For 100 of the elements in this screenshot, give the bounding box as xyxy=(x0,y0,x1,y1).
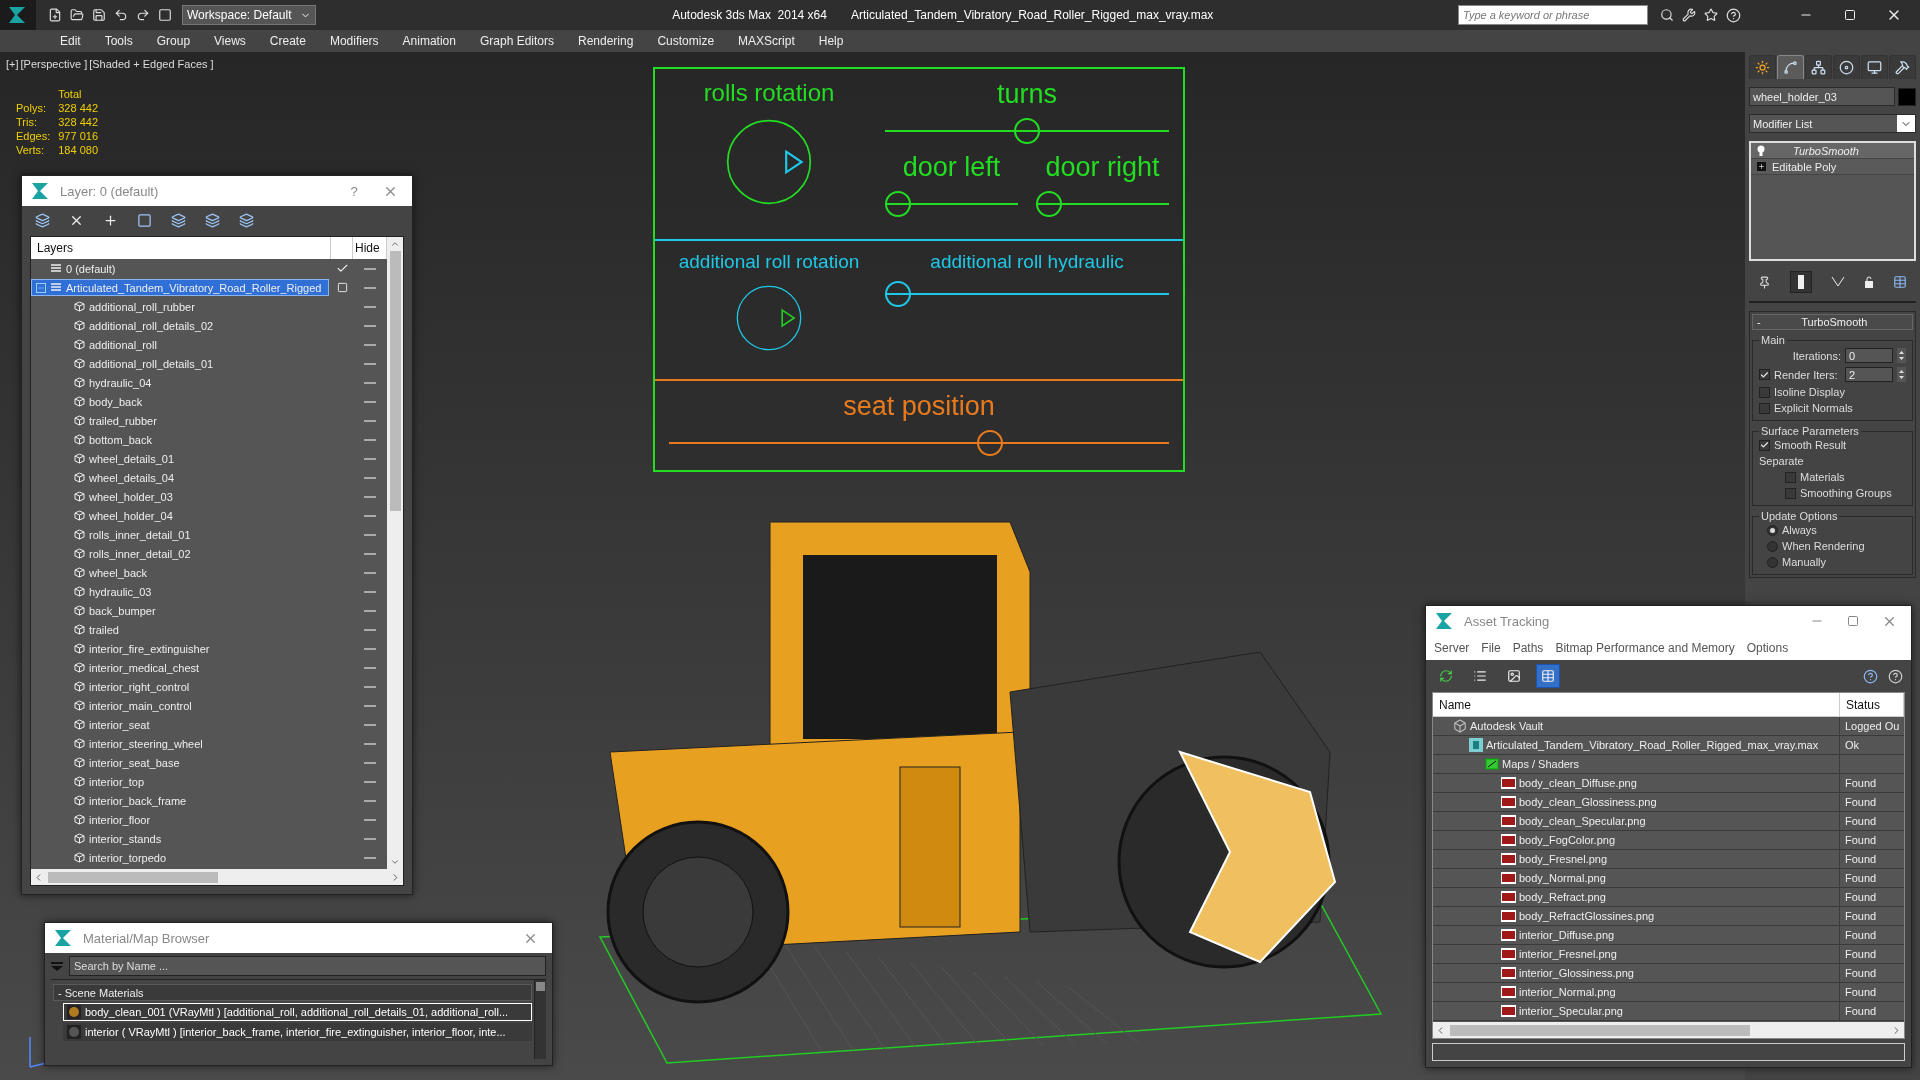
help-icon[interactable] xyxy=(1888,668,1903,684)
layer-item[interactable]: 0 (default) xyxy=(31,260,329,277)
object-item[interactable]: additional_roll_rubber xyxy=(31,298,329,315)
material-item[interactable]: interior ( VRayMtl ) [interior_back_frame, interior_fire_extinguisher, interior_floor, inte... xyxy=(63,1023,532,1041)
horizontal-scrollbar[interactable] xyxy=(1433,1022,1904,1038)
spinner-field[interactable]: 0 xyxy=(1845,348,1893,363)
asset-name-cell[interactable]: body_clean_Diffuse.png xyxy=(1433,774,1840,792)
menu-item[interactable]: Modifiers xyxy=(317,30,391,52)
object-item[interactable]: interior_right_control xyxy=(31,678,329,695)
viewport-label[interactable]: [Shaded + Edged Faces ] xyxy=(89,58,214,70)
menu-item[interactable]: Paths xyxy=(1508,641,1548,655)
spinner-arrows-icon[interactable] xyxy=(1897,348,1906,363)
object-item[interactable]: trailed xyxy=(31,621,329,638)
menu-item[interactable]: Customize xyxy=(645,30,727,52)
view-mode-button[interactable] xyxy=(1536,664,1560,688)
hide-toggle-icon[interactable] xyxy=(364,780,376,783)
hide-toggle-icon[interactable] xyxy=(364,837,376,840)
slider-thumb[interactable] xyxy=(885,191,911,217)
layer-item[interactable]: Articulated_Tandem_Vibratory_Road_Roller_Rigged xyxy=(31,279,329,296)
object-item[interactable]: wheel_details_01 xyxy=(31,450,329,467)
hide-toggle-icon[interactable] xyxy=(364,400,376,403)
menu-item[interactable]: Server xyxy=(1430,641,1474,655)
object-item[interactable]: bottom_back xyxy=(31,431,329,448)
asset-name-cell[interactable]: body_Refract.png xyxy=(1433,888,1840,906)
object-item[interactable]: hydraulic_04 xyxy=(31,374,329,391)
object-name-field[interactable]: wheel_holder_03 xyxy=(1749,87,1895,106)
object-item[interactable]: hydraulic_03 xyxy=(31,583,329,600)
column-header[interactable]: Hide xyxy=(353,237,387,259)
dial-icon[interactable] xyxy=(736,285,802,351)
hide-toggle-icon[interactable] xyxy=(364,609,376,612)
object-item[interactable]: additional_roll_details_01 xyxy=(31,355,329,372)
menu-item[interactable]: Create xyxy=(257,30,318,52)
panel-tab[interactable] xyxy=(1749,55,1776,79)
stack-item[interactable]: TurboSmooth xyxy=(1751,143,1914,159)
group-header[interactable]: - Scene Materials xyxy=(53,984,532,1001)
hide-toggle-icon[interactable] xyxy=(364,324,376,327)
menu-item[interactable]: Tools xyxy=(92,30,145,52)
hide-toggle-icon[interactable] xyxy=(364,571,376,574)
slider-thumb[interactable] xyxy=(885,281,911,307)
configure-sets-icon[interactable] xyxy=(1892,275,1907,289)
asset-name-cell[interactable]: body_Normal.png xyxy=(1433,869,1840,887)
hide-toggle-icon[interactable] xyxy=(364,286,376,289)
menu-item[interactable]: Options xyxy=(1742,641,1793,655)
object-item[interactable]: back_bumper xyxy=(31,602,329,619)
checkbox[interactable] xyxy=(1759,439,1770,451)
hide-toggle-icon[interactable] xyxy=(364,476,376,479)
object-item[interactable]: interior_back_frame xyxy=(31,792,329,809)
slider-thumb[interactable] xyxy=(1036,191,1062,217)
hide-toggle-icon[interactable] xyxy=(364,305,376,308)
object-item[interactable]: rolls_inner_detail_01 xyxy=(31,526,329,543)
slider-thumb[interactable] xyxy=(1014,118,1040,144)
asset-name-cell[interactable]: Autodesk Vault xyxy=(1433,717,1840,735)
asset-name-cell[interactable]: body_FogColor.png xyxy=(1433,831,1840,849)
asset-name-cell[interactable]: Articulated_Tandem_Vibratory_Road_Roller_Rigged_max_vray.max xyxy=(1433,736,1840,754)
panel-tab[interactable] xyxy=(1777,55,1804,79)
panel-tab[interactable] xyxy=(1833,55,1860,79)
object-item[interactable]: interior_main_control xyxy=(31,697,329,714)
asset-name-cell[interactable]: interior_Normal.png xyxy=(1433,983,1840,1001)
set-current-icon[interactable] xyxy=(336,282,348,293)
slider[interactable] xyxy=(885,118,1169,144)
slider-thumb[interactable] xyxy=(977,430,1004,456)
hide-toggle-icon[interactable] xyxy=(364,647,376,650)
object-item[interactable]: interior_stands xyxy=(31,830,329,847)
object-item[interactable]: wheel_back xyxy=(31,564,329,581)
panel-tab[interactable] xyxy=(1861,55,1888,79)
object-item[interactable]: interior_floor xyxy=(31,811,329,828)
hide-toggle-icon[interactable] xyxy=(364,343,376,346)
dial-icon[interactable] xyxy=(726,119,812,205)
hide-toggle-icon[interactable] xyxy=(364,685,376,688)
hide-toggle-icon[interactable] xyxy=(364,590,376,593)
column-header[interactable]: Name xyxy=(1433,693,1840,716)
panel-tab[interactable] xyxy=(1889,55,1916,79)
current-layer-check-icon[interactable] xyxy=(335,262,349,275)
asset-name-cell[interactable]: interior_Specular.png xyxy=(1433,1002,1840,1020)
object-item[interactable]: wheel_holder_04 xyxy=(31,507,329,524)
slider[interactable] xyxy=(1036,191,1169,217)
object-item[interactable]: interior_torpedo xyxy=(31,849,329,866)
column-header[interactable]: Status xyxy=(1840,693,1904,716)
slider[interactable] xyxy=(669,430,1169,456)
viewport-label[interactable]: [Perspective ] xyxy=(20,58,88,70)
asset-name-cell[interactable]: interior_Diffuse.png xyxy=(1433,926,1840,944)
hide-toggle-icon[interactable] xyxy=(364,514,376,517)
application-button[interactable] xyxy=(0,0,36,30)
object-item[interactable]: interior_medical_chest xyxy=(31,659,329,676)
hide-toggle-icon[interactable] xyxy=(364,495,376,498)
checkbox[interactable] xyxy=(1785,487,1796,499)
hide-toggle-icon[interactable] xyxy=(364,533,376,536)
color-swatch[interactable] xyxy=(1898,87,1916,106)
checkbox[interactable] xyxy=(1785,471,1796,483)
horizontal-scrollbar[interactable] xyxy=(31,869,403,885)
menu-item[interactable]: Help xyxy=(806,30,856,52)
menu-item[interactable]: Bitmap Performance and Memory xyxy=(1551,641,1739,655)
vertical-scrollbar[interactable] xyxy=(387,237,403,869)
asset-name-cell[interactable]: body_Fresnel.png xyxy=(1433,850,1840,868)
collapse-icon[interactable] xyxy=(36,282,46,293)
scroll-up-icon[interactable] xyxy=(390,239,400,249)
menu-item[interactable]: MAXScript xyxy=(726,30,807,52)
asset-name-cell[interactable]: interior_Fresnel.png xyxy=(1433,945,1840,963)
menu-item[interactable]: Views xyxy=(202,30,258,52)
hide-toggle-icon[interactable] xyxy=(364,761,376,764)
